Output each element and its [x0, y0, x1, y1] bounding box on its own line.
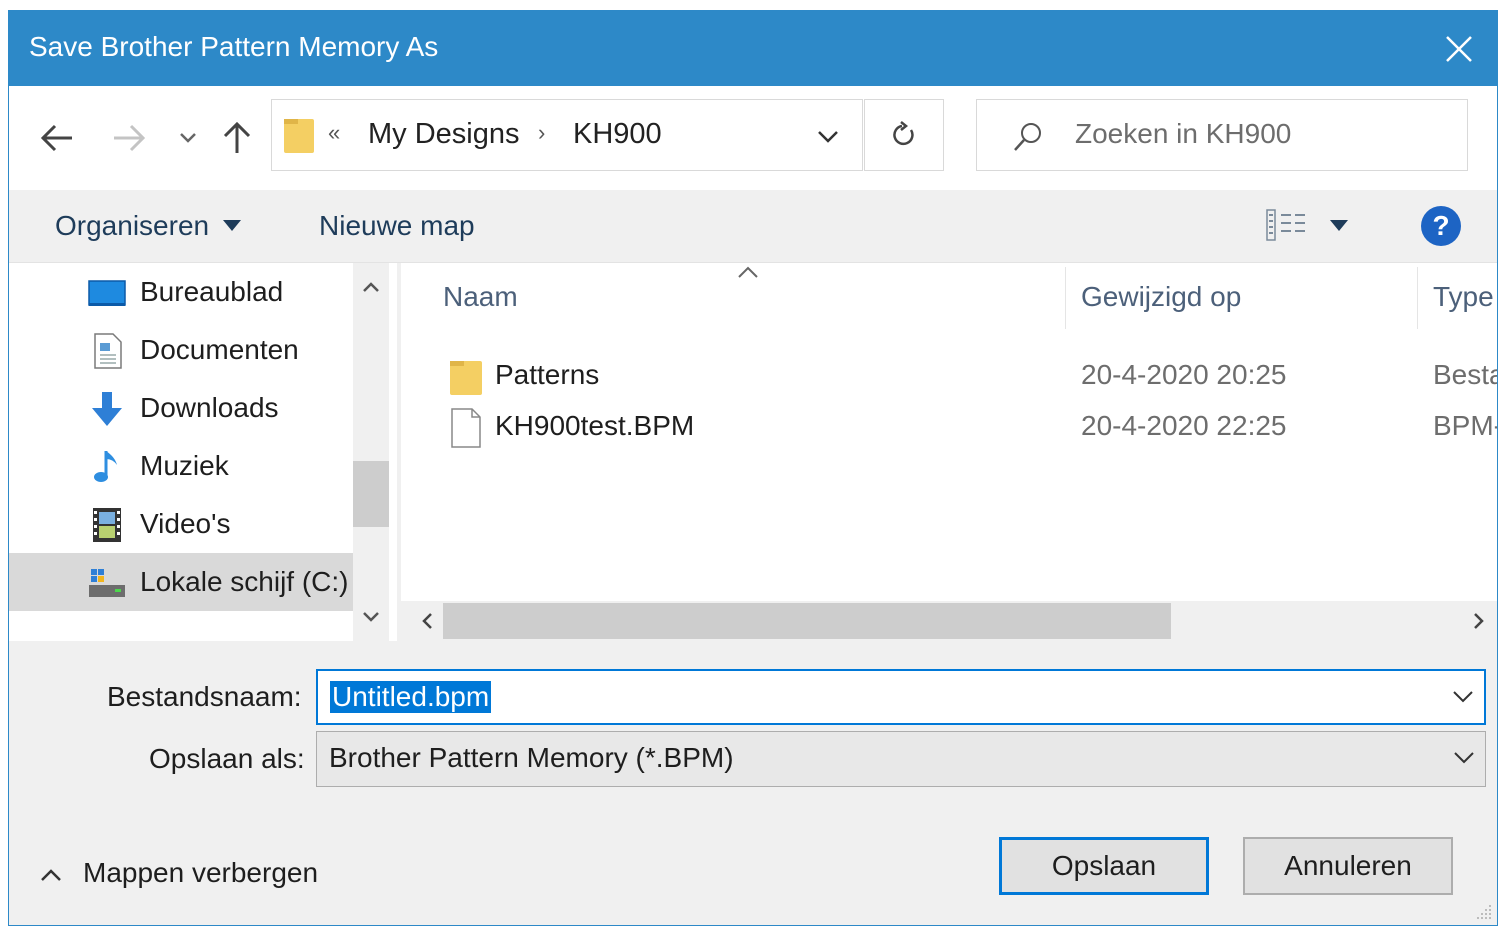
nav-item-documents[interactable]: Documenten — [9, 321, 353, 379]
resize-grip-icon[interactable] — [1473, 901, 1493, 921]
search-icon — [1014, 123, 1041, 151]
organize-menu[interactable]: Organiseren — [55, 210, 209, 242]
nav-item-label: Video's — [140, 508, 231, 539]
file-name: Patterns — [495, 359, 600, 390]
nav-item-label: Lokale schijf (C:) — [140, 566, 349, 597]
search-box[interactable]: Zoeken in KH900 — [976, 99, 1468, 171]
chevron-down-icon[interactable] — [814, 122, 842, 150]
nav-item-local-disk[interactable]: Lokale schijf (C:) — [9, 553, 353, 611]
title-bar: Save Brother Pattern Memory As — [9, 11, 1497, 86]
close-button[interactable] — [1437, 27, 1481, 71]
file-type: BPM- — [1433, 410, 1498, 441]
new-folder-button[interactable]: Nieuwe map — [319, 210, 475, 242]
file-list-scrollbar[interactable] — [401, 601, 1497, 641]
chevron-up-icon — [41, 869, 61, 881]
file-modified: 20-4-2020 20:25 — [1081, 359, 1287, 390]
help-button[interactable]: ? — [1421, 206, 1461, 246]
arrow-left-icon — [40, 124, 72, 152]
back-button[interactable] — [37, 116, 77, 160]
column-divider[interactable] — [1417, 267, 1418, 329]
folder-icon — [284, 119, 314, 153]
breadcrumb-overflow[interactable]: « — [328, 120, 340, 146]
music-note-icon — [94, 451, 117, 482]
nav-item-label: Downloads — [140, 392, 279, 423]
search-input[interactable]: Zoeken in KH900 — [1075, 118, 1291, 150]
cancel-button[interactable]: Annuleren — [1243, 837, 1453, 895]
nav-item-downloads[interactable]: Downloads — [9, 379, 353, 437]
chevron-down-icon[interactable] — [1452, 689, 1474, 705]
savetype-label: Opslaan als: — [149, 743, 305, 774]
chevron-down-icon — [363, 612, 379, 622]
file-icon — [451, 408, 481, 448]
file-list: Naam Gewijzigd op Type Patterns 20-4-202… — [401, 263, 1498, 641]
scroll-thumb[interactable] — [353, 461, 389, 527]
savetype-select[interactable]: Brother Pattern Memory (*.BPM) — [316, 731, 1486, 787]
caret-down-icon[interactable] — [223, 220, 241, 232]
filename-input[interactable]: Untitled.bpm — [330, 681, 492, 713]
close-icon — [1446, 36, 1472, 62]
nav-item-label: Bureaublad — [140, 276, 284, 307]
scroll-thumb[interactable] — [443, 603, 1171, 639]
breadcrumb-my-designs[interactable]: My Designs — [368, 118, 520, 151]
download-arrow-icon — [92, 392, 122, 426]
navigation-pane: Bureaublad Documenten Downloads Muziek V… — [9, 263, 397, 641]
breadcrumb-kh900[interactable]: KH900 — [573, 118, 662, 151]
column-divider[interactable] — [1065, 267, 1066, 329]
filename-field[interactable]: Untitled.bpm — [316, 669, 1486, 725]
chevron-left-icon — [422, 613, 432, 629]
address-bar[interactable]: « My Designs › KH900 — [271, 99, 863, 171]
nav-item-desktop[interactable]: Bureaublad — [9, 263, 353, 321]
file-modified: 20-4-2020 22:25 — [1081, 410, 1287, 441]
recent-locations-button[interactable] — [175, 116, 201, 160]
command-bar: Organiseren Nieuwe map ? — [9, 190, 1497, 263]
window-title: Save Brother Pattern Memory As — [29, 31, 439, 62]
up-button[interactable] — [219, 116, 255, 160]
scroll-right-button[interactable] — [1459, 601, 1497, 641]
chevron-right-icon — [1474, 613, 1484, 629]
nav-item-label: Muziek — [140, 450, 229, 481]
chevron-up-icon — [363, 282, 379, 292]
file-row[interactable]: KH900test.BPM 20-4-2020 22:25 BPM- — [401, 402, 1498, 452]
nav-item-videos[interactable]: Video's — [9, 495, 353, 553]
refresh-button[interactable] — [864, 99, 944, 171]
arrow-up-icon — [223, 121, 251, 153]
file-row[interactable]: Patterns 20-4-2020 20:25 Besta — [401, 351, 1498, 401]
arrow-right-icon — [114, 124, 146, 152]
column-header-modified[interactable]: Gewijzigd op — [1081, 281, 1241, 313]
nav-item-music[interactable]: Muziek — [9, 437, 353, 495]
nav-item-label: Documenten — [140, 334, 299, 365]
sort-ascending-icon — [738, 266, 758, 278]
hide-folders-label: Mappen verbergen — [83, 857, 319, 888]
chevron-down-icon — [180, 133, 196, 143]
breadcrumb-separator[interactable]: › — [538, 120, 545, 146]
view-details-icon[interactable] — [1265, 206, 1307, 244]
filename-label: Bestandsnaam: — [107, 681, 302, 712]
navigation-bar: « My Designs › KH900 Zoeken in KH900 — [9, 86, 1497, 190]
scroll-down-button[interactable] — [353, 599, 389, 635]
column-header-type[interactable]: Type — [1433, 281, 1494, 313]
film-icon — [93, 508, 121, 542]
save-button[interactable]: Opslaan — [999, 837, 1209, 895]
nav-scrollbar[interactable] — [353, 263, 389, 641]
local-disk-icon — [89, 569, 125, 597]
file-name: KH900test.BPM — [495, 410, 695, 441]
refresh-icon — [893, 121, 914, 146]
forward-button[interactable] — [109, 116, 149, 160]
scroll-left-button[interactable] — [407, 601, 447, 641]
column-header-name[interactable]: Naam — [443, 281, 518, 313]
save-dialog: Save Brother Pattern Memory As « My Desi… — [8, 10, 1498, 926]
caret-down-icon[interactable] — [1330, 220, 1348, 232]
scroll-up-button[interactable] — [353, 269, 389, 305]
folder-icon — [450, 361, 482, 395]
savetype-value: Brother Pattern Memory (*.BPM) — [329, 742, 734, 773]
documents-icon — [94, 333, 122, 369]
chevron-down-icon — [1454, 752, 1474, 764]
file-type: Besta — [1433, 359, 1498, 390]
desktop-icon — [88, 280, 126, 306]
